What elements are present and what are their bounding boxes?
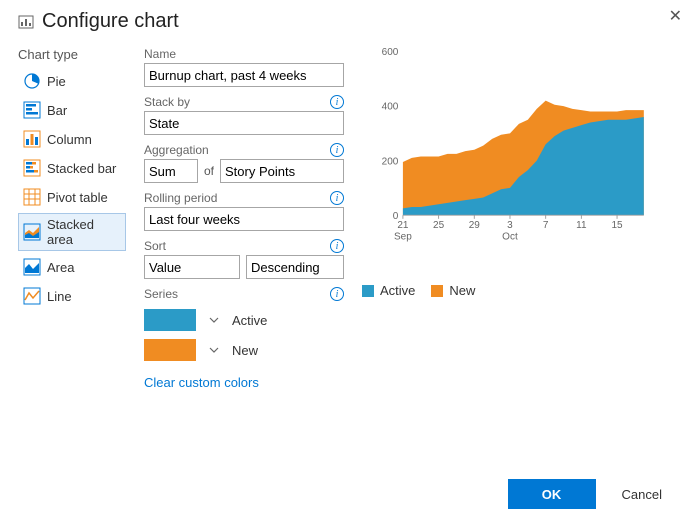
aggregation-field-select[interactable]: Story Points: [220, 159, 344, 183]
chart-type-panel: Chart type Pie Bar: [18, 47, 126, 390]
dialog-title: Configure chart: [42, 10, 179, 33]
chart-type-stacked-area[interactable]: Stacked area: [18, 213, 126, 251]
column-icon: [23, 130, 41, 148]
svg-text:200: 200: [382, 156, 399, 167]
aggregation-func-select[interactable]: Sum: [144, 159, 198, 183]
legend-item: Active: [362, 283, 415, 298]
clear-custom-colors-link[interactable]: Clear custom colors: [144, 375, 259, 390]
svg-text:600: 600: [382, 47, 399, 58]
stackby-label: Stack by: [144, 95, 190, 109]
sort-direction-select[interactable]: Descending: [246, 255, 344, 279]
info-icon[interactable]: [330, 191, 344, 205]
stacked-area-icon: [23, 223, 41, 241]
chart-type-label: Line: [47, 289, 72, 304]
svg-text:25: 25: [433, 220, 445, 231]
rolling-period-select[interactable]: Last four weeks: [144, 207, 344, 231]
chart-type-label: Stacked area: [47, 217, 121, 247]
series-row: Active: [144, 309, 344, 331]
of-label: of: [204, 164, 214, 178]
svg-text:Sep: Sep: [394, 232, 412, 243]
info-icon[interactable]: [330, 143, 344, 157]
chart-type-stacked-bar[interactable]: Stacked bar: [18, 155, 126, 181]
chart-type-pivot-table[interactable]: Pivot table: [18, 184, 126, 210]
chart-preview: 020040060021Sep25293Oct71115: [362, 47, 662, 267]
svg-text:7: 7: [543, 220, 549, 231]
svg-text:21: 21: [397, 220, 409, 231]
chart-type-list: Pie Bar Column: [18, 68, 126, 312]
chart-icon: [18, 14, 34, 30]
cancel-button[interactable]: Cancel: [612, 481, 672, 508]
ok-button[interactable]: OK: [508, 479, 596, 509]
close-icon[interactable]: ✕: [669, 6, 682, 26]
sort-label: Sort: [144, 239, 166, 253]
chart-type-pie[interactable]: Pie: [18, 68, 126, 94]
chart-type-area[interactable]: Area: [18, 254, 126, 280]
svg-text:11: 11: [576, 220, 587, 231]
bar-icon: [23, 101, 41, 119]
svg-text:400: 400: [382, 102, 399, 113]
settings-panel: Name Stack by State Aggregation Sum of S…: [144, 47, 344, 390]
chart-type-label: Pivot table: [47, 190, 108, 205]
configure-chart-dialog: ✕ Configure chart Chart type Pie: [0, 0, 694, 523]
legend-item: New: [431, 283, 475, 298]
rolling-label: Rolling period: [144, 191, 217, 205]
series-color-swatch[interactable]: [144, 339, 196, 361]
svg-text:15: 15: [611, 220, 623, 231]
legend-swatch: [431, 285, 443, 297]
chart-type-column[interactable]: Column: [18, 126, 126, 152]
info-icon[interactable]: [330, 239, 344, 253]
chart-type-line[interactable]: Line: [18, 283, 126, 309]
chart-type-label: Stacked bar: [47, 161, 116, 176]
chart-legend: Active New: [362, 283, 676, 298]
chart-type-label: Area: [47, 260, 74, 275]
info-icon[interactable]: [330, 95, 344, 109]
legend-label: Active: [380, 283, 415, 298]
stacked-bar-icon: [23, 159, 41, 177]
svg-text:29: 29: [469, 220, 481, 231]
info-icon[interactable]: [330, 287, 344, 301]
svg-text:3: 3: [507, 220, 513, 231]
series-color-swatch[interactable]: [144, 309, 196, 331]
aggregation-label: Aggregation: [144, 143, 209, 157]
chevron-down-icon[interactable]: [208, 314, 220, 326]
line-icon: [23, 287, 41, 305]
dialog-header: Configure chart: [18, 10, 676, 33]
pie-icon: [23, 72, 41, 90]
chart-type-label: Bar: [47, 103, 67, 118]
series-row: New: [144, 339, 344, 361]
chart-type-label: Column: [47, 132, 92, 147]
pivot-table-icon: [23, 188, 41, 206]
area-icon: [23, 258, 41, 276]
dialog-footer: OK Cancel: [508, 479, 672, 509]
series-name: New: [232, 343, 258, 358]
stacked-area-chart: 020040060021Sep25293Oct71115: [362, 47, 662, 247]
legend-label: New: [449, 283, 475, 298]
chart-type-bar[interactable]: Bar: [18, 97, 126, 123]
series-label: Series: [144, 287, 178, 301]
preview-panel: 020040060021Sep25293Oct71115 Active New: [362, 47, 676, 390]
name-input[interactable]: [144, 63, 344, 87]
name-label: Name: [144, 47, 176, 61]
svg-text:Oct: Oct: [502, 232, 518, 243]
chart-type-label: Chart type: [18, 47, 126, 62]
series-name: Active: [232, 313, 267, 328]
chart-type-label: Pie: [47, 74, 66, 89]
chevron-down-icon[interactable]: [208, 344, 220, 356]
legend-swatch: [362, 285, 374, 297]
sort-by-select[interactable]: Value: [144, 255, 240, 279]
stackby-select[interactable]: State: [144, 111, 344, 135]
